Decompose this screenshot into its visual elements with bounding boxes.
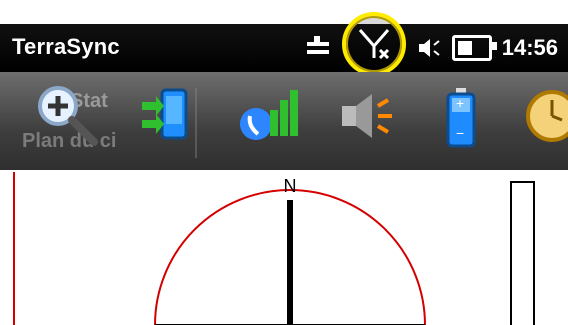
svg-text:+: + <box>456 95 464 111</box>
status-area: 14:56 <box>304 12 558 76</box>
title-bar: TerraSync 14:56 <box>0 12 568 76</box>
speaker-icon[interactable] <box>416 35 442 61</box>
audio-button[interactable] <box>332 78 404 154</box>
device-transfer-icon <box>142 88 188 140</box>
clock-icon <box>526 90 568 142</box>
phone-signal-icon <box>240 90 298 140</box>
zoom-in-icon <box>38 86 98 146</box>
svg-text:−: − <box>456 125 464 141</box>
compass-svg: N <box>154 176 426 325</box>
battery-icon: + − <box>446 88 476 148</box>
battery-button[interactable]: + − <box>432 78 504 154</box>
signal-highlight[interactable] <box>341 12 406 76</box>
zoom-in-button[interactable] <box>32 78 104 154</box>
no-signal-antenna-icon[interactable] <box>356 26 392 62</box>
phone-signal-button[interactable] <box>232 78 304 154</box>
app-title: TerraSync <box>12 34 120 59</box>
right-panel-outline <box>510 181 535 325</box>
left-red-marker <box>13 172 15 325</box>
battery-icon[interactable] <box>451 35 497 61</box>
speaker-icon <box>342 94 392 138</box>
top-margin <box>0 0 568 24</box>
clock-button[interactable] <box>516 78 568 154</box>
device-screen: TerraSync 14:56 Stat Plan du ci + − N <box>0 0 568 325</box>
toolbar: Stat Plan du ci + − <box>0 72 568 170</box>
map-canvas[interactable]: N <box>0 170 568 325</box>
device-transfer-button[interactable] <box>132 78 204 154</box>
north-label: N <box>284 176 297 196</box>
status-clock[interactable]: 14:56 <box>502 35 558 61</box>
sync-icon[interactable] <box>304 34 332 62</box>
